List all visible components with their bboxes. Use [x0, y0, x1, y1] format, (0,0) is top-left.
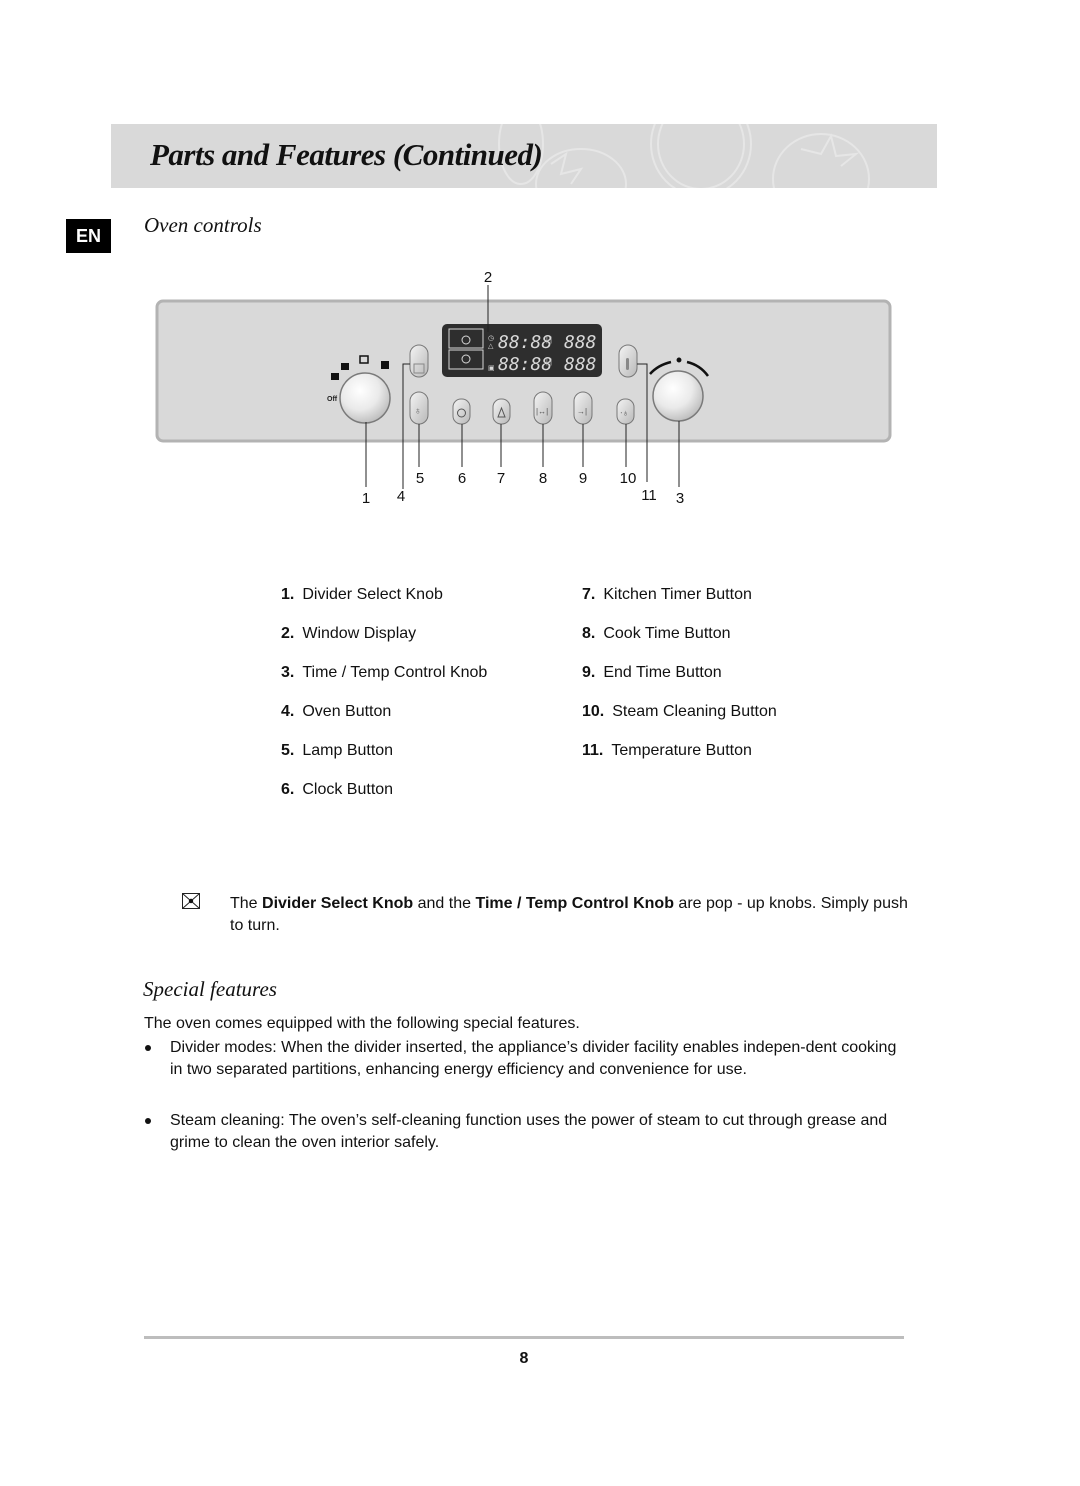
display-clock-icon: ◷	[488, 335, 494, 342]
part-number: 10.	[582, 703, 605, 720]
callout-10: 10	[620, 470, 637, 487]
note-text: The Divider Select Knob and the Time / T…	[230, 893, 910, 937]
part-label: Steam Cleaning Button	[612, 703, 777, 720]
footer-divider	[144, 1336, 904, 1339]
part-item-5: 5. Lamp Button	[281, 742, 393, 760]
divider-select-knob[interactable]	[339, 372, 391, 424]
part-item-8: 8. Cook Time Button	[582, 625, 731, 643]
cook-time-button[interactable]: |↔|	[533, 391, 553, 425]
display-lower-time: 88:88	[498, 354, 552, 375]
note-envelope-icon	[182, 893, 200, 909]
oven-controls-heading: Oven controls	[144, 213, 262, 237]
note-bold-divider-knob: Divider Select Knob	[262, 895, 414, 912]
window-display: 88:88 88:88 888 888 ◷ △ ▣ |-| |-|	[442, 324, 602, 377]
page-title: Parts and Features (Continued)	[150, 137, 543, 172]
bullet-text: Steam cleaning: The oven’s self-cleaning…	[170, 1112, 888, 1151]
part-number: 7.	[582, 586, 596, 603]
part-label: Oven Button	[302, 703, 392, 720]
part-item-11: 11. Temperature Button	[582, 742, 752, 760]
special-features-heading: Special features	[143, 977, 277, 1001]
display-cooktime-icon-2: |-|	[546, 359, 552, 366]
part-label: Window Display	[302, 625, 417, 642]
cook-time-icon: |↔|	[536, 407, 548, 416]
part-label: Clock Button	[302, 781, 394, 798]
note-bold-time-temp-knob: Time / Temp Control Knob	[475, 895, 674, 912]
part-label: Kitchen Timer Button	[603, 586, 752, 603]
part-number: 2.	[281, 625, 295, 642]
callout-5: 5	[416, 470, 424, 487]
callout-1: 1	[362, 490, 370, 507]
oven-button[interactable]	[409, 344, 429, 378]
kitchen-timer-button[interactable]	[492, 398, 511, 425]
steam-drop-icon: ᐧ♁	[620, 408, 629, 418]
callout-2: 2	[484, 269, 492, 286]
part-number: 1.	[281, 586, 295, 603]
oven-control-panel-diagram: Off 88:88 88:88 888 888 ◷ △ ▣ |-| |-| ♁	[155, 269, 892, 507]
display-lock-icon: ▣	[488, 365, 495, 372]
steam-cleaning-button[interactable]: ᐧ♁	[616, 398, 635, 425]
part-item-10: 10. Steam Cleaning Button	[582, 703, 777, 721]
callout-9: 9	[579, 470, 587, 487]
callout-11: 11	[641, 487, 657, 504]
end-time-button[interactable]: →|	[573, 391, 593, 425]
lamp-icon: ♁	[414, 406, 422, 417]
callout-4: 4	[397, 488, 405, 505]
part-label: Time / Temp Control Knob	[302, 664, 488, 681]
part-item-2: 2. Window Display	[281, 625, 416, 643]
display-upper-time: 88:88	[498, 332, 552, 353]
display-upper-temp: 888	[564, 332, 597, 353]
clock-button[interactable]	[452, 398, 471, 425]
part-number: 4.	[281, 703, 295, 720]
bullet-text: Divider modes: When the divider inserted…	[170, 1039, 897, 1078]
part-item-6: 6. Clock Button	[281, 781, 393, 799]
callout-6: 6	[458, 470, 466, 487]
note-text-part: and the	[413, 895, 476, 912]
part-label: Divider Select Knob	[302, 586, 443, 603]
page-number: 8	[519, 1350, 529, 1367]
part-number: 11.	[582, 742, 604, 759]
part-label: Lamp Button	[302, 742, 394, 759]
feature-bullet-steam-cleaning: Steam cleaning: The oven’s self-cleaning…	[144, 1110, 904, 1154]
part-number: 6.	[281, 781, 295, 798]
part-item-3: 3. Time / Temp Control Knob	[281, 664, 487, 682]
part-number: 9.	[582, 664, 596, 681]
special-features-intro: The oven comes equipped with the followi…	[144, 1015, 580, 1032]
part-label: Temperature Button	[611, 742, 752, 759]
thermometer-icon	[626, 358, 629, 370]
knob-off-label: Off	[327, 396, 338, 403]
part-label: Cook Time Button	[603, 625, 731, 642]
language-badge: EN	[66, 219, 111, 253]
part-number: 8.	[582, 625, 596, 642]
callout-7: 7	[497, 470, 505, 487]
part-label: End Time Button	[603, 664, 722, 681]
callout-3: 3	[676, 490, 684, 507]
callout-8: 8	[539, 470, 547, 487]
part-item-1: 1. Divider Select Knob	[281, 586, 443, 604]
part-item-9: 9. End Time Button	[582, 664, 722, 682]
end-time-icon: →|	[577, 407, 587, 416]
feature-bullet-divider-modes: Divider modes: When the divider inserted…	[144, 1037, 904, 1081]
part-number: 5.	[281, 742, 295, 759]
part-item-4: 4. Oven Button	[281, 703, 391, 721]
part-item-7: 7. Kitchen Timer Button	[582, 586, 752, 604]
note-text-part: The	[230, 895, 263, 912]
display-lower-temp: 888	[564, 354, 597, 375]
display-bell-icon: △	[488, 343, 494, 350]
display-cooktime-icon: |-|	[546, 337, 552, 344]
time-temp-control-knob[interactable]	[652, 370, 704, 422]
part-number: 3.	[281, 664, 295, 681]
lamp-button[interactable]: ♁	[409, 391, 429, 425]
temperature-button[interactable]	[618, 344, 638, 378]
